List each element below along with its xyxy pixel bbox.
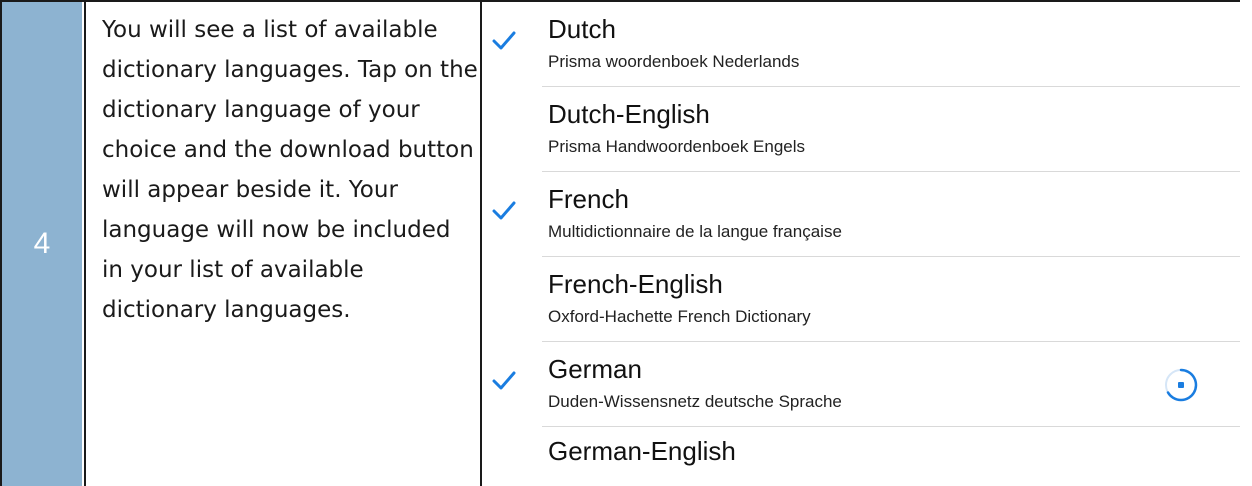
download-progress-icon[interactable] — [1162, 366, 1200, 404]
language-name: Dutch-English — [548, 99, 710, 129]
list-item[interactable]: Dutch-English Prisma Handwoordenboek Eng… — [542, 87, 1240, 172]
list-item[interactable]: German Duden-Wissensnetz deutsche Sprach… — [492, 342, 1240, 427]
dictionary-name: Prisma Handwoordenboek Engels — [548, 137, 806, 156]
check-icon — [492, 201, 516, 220]
list-item[interactable]: French-English Oxford-Hachette French Di… — [542, 257, 1240, 342]
dictionary-name: Prisma woordenboek Nederlands — [548, 52, 800, 71]
language-name: German — [548, 354, 642, 384]
dictionary-name: Duden-Wissensnetz deutsche Sprache — [548, 392, 842, 411]
language-name: French-English — [548, 269, 723, 299]
check-icon — [492, 371, 516, 390]
step-number-cell: 4 — [2, 2, 82, 486]
check-icon — [492, 31, 516, 50]
dictionary-name: Oxford-Hachette French Dictionary — [548, 307, 811, 326]
step-number: 4 — [33, 227, 51, 260]
list-item[interactable]: French Multidictionnaire de la langue fr… — [492, 172, 1240, 257]
dictionary-screenshot: Dutch Prisma woordenboek Nederlands Dutc… — [482, 2, 1240, 486]
instruction-table: 4 You will see a list of available dicti… — [0, 0, 1252, 486]
dictionary-language-list: Dutch Prisma woordenboek Nederlands Dutc… — [482, 2, 1240, 427]
instruction-text: You will see a list of available diction… — [102, 17, 478, 323]
language-name-partial[interactable]: German-English — [548, 436, 736, 467]
list-item[interactable]: Dutch Prisma woordenboek Nederlands — [492, 2, 1240, 87]
dictionary-name: Multidictionnaire de la langue française — [548, 222, 842, 241]
language-name: Dutch — [548, 14, 616, 44]
instruction-cell: You will see a list of available diction… — [86, 2, 478, 486]
language-name: French — [548, 184, 629, 214]
